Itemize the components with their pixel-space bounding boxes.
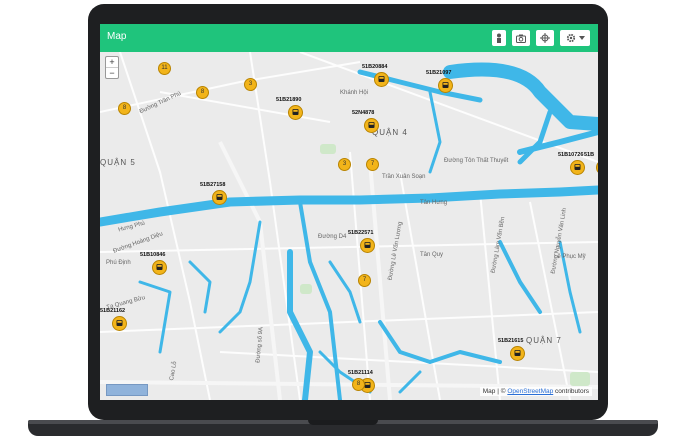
bus-marker-icon[interactable] (212, 190, 227, 205)
bus-marker-icon[interactable] (570, 160, 585, 175)
vehicle-plate-label: 51B (584, 152, 595, 158)
laptop-base (28, 420, 658, 436)
street-label: Lê Phục Mỹ (554, 254, 586, 260)
bus-marker-icon[interactable] (374, 72, 389, 87)
cluster-marker[interactable]: 8 (352, 378, 365, 391)
cluster-marker[interactable]: 11 (158, 62, 171, 75)
cluster-marker[interactable]: 8 (118, 102, 131, 115)
vehicle-plate-label: 51B10846 (140, 252, 166, 258)
person-button[interactable] (492, 30, 506, 46)
locate-button[interactable] (536, 30, 554, 46)
street-label: Đường D4 (318, 234, 347, 240)
vehicle-plate-label: 51B21097 (426, 70, 452, 76)
cluster-marker[interactable]: 7 (358, 274, 371, 287)
settings-dropdown-button[interactable] (560, 30, 590, 46)
person-icon (495, 33, 503, 43)
bus-marker-icon[interactable] (510, 346, 525, 361)
vehicle-plate-label: 51B21114 (348, 370, 373, 376)
cluster-marker[interactable]: 3 (244, 78, 257, 91)
bus-marker-icon[interactable] (360, 238, 375, 253)
bus-marker-icon[interactable] (438, 78, 453, 93)
street-label: Phú Định (106, 260, 131, 266)
vehicle-plate-label: 51B21162 (100, 308, 126, 314)
window-title: Map (107, 31, 127, 42)
title-bar: Map (100, 24, 598, 52)
attribution-suffix: contributors (555, 388, 589, 395)
bus-marker-icon[interactable] (364, 118, 379, 133)
vehicle-plate-label: 52N4878 (352, 110, 375, 116)
vehicle-plate-label: 51B22571 (348, 230, 374, 236)
district-label: QUẬN 5 (100, 158, 136, 167)
zoom-control: + − (105, 56, 119, 79)
map-attribution: Map | © OpenStreetMap contributors (479, 387, 592, 396)
vehicle-plate-label: 51B21615 (498, 338, 524, 344)
cluster-marker[interactable]: 7 (366, 158, 379, 171)
vehicle-plate-label: 51B10726 (558, 152, 584, 158)
cluster-marker[interactable]: 8 (196, 86, 209, 99)
bus-marker-icon[interactable] (112, 316, 127, 331)
street-label: Trần Xuân Soạn (382, 174, 426, 180)
attribution-copyright: © (500, 388, 506, 395)
street-label: Đường Tôn Thất Thuyết (444, 158, 509, 164)
cluster-marker[interactable]: 3 (338, 158, 351, 171)
crosshair-icon (540, 33, 550, 43)
gear-icon (566, 33, 576, 43)
osm-link[interactable]: OpenStreetMap (507, 388, 553, 395)
vehicle-plate-label: 51B20884 (362, 64, 388, 70)
bus-marker-icon[interactable] (596, 160, 598, 175)
district-label: QUẬN 7 (526, 336, 562, 345)
vehicle-plate-label: 51B21890 (276, 97, 302, 103)
camera-icon (516, 34, 526, 43)
attribution-separator: | (497, 388, 499, 395)
zoom-in-button[interactable]: + (106, 57, 118, 67)
map-scale-bar (106, 384, 148, 396)
street-label: Tân Hưng (420, 200, 448, 206)
street-label: Khánh Hội (340, 90, 369, 96)
map-view[interactable]: + − QUẬN 4 QUẬN 7 QUẬN 5 Đường Trần Phú … (100, 52, 598, 400)
camera-button[interactable] (512, 30, 530, 46)
zoom-out-button[interactable]: − (106, 67, 118, 78)
app-window: Map + − QUẬN 4 QUẬN 7 QUẬN 5 Đường Trần … (100, 24, 598, 400)
laptop-notch (308, 420, 378, 425)
vehicle-plate-label: 51B27158 (200, 182, 226, 188)
street-label: Tân Quy (420, 252, 444, 258)
attribution-brand: Map (482, 388, 496, 395)
bus-marker-icon[interactable] (152, 260, 167, 275)
bus-marker-icon[interactable] (288, 105, 303, 120)
chevron-down-icon (578, 36, 585, 40)
